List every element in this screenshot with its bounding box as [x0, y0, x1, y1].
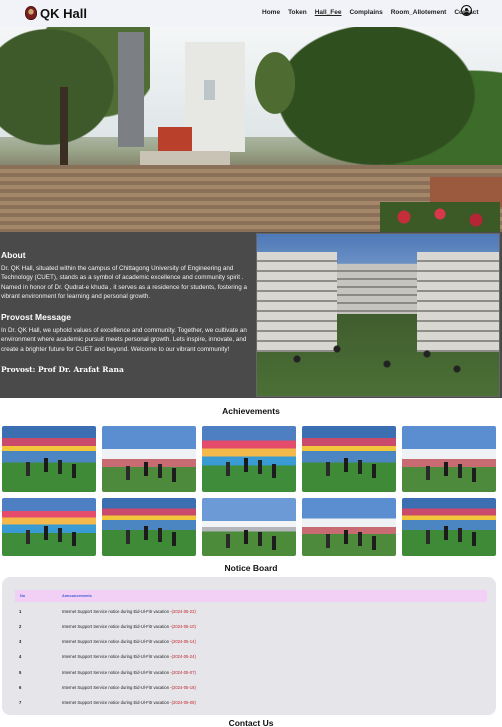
notice-date: (2024-05-14) [171, 639, 196, 644]
notice-text[interactable]: Internet Support Service notice during E… [62, 609, 172, 614]
notice-row[interactable]: 6 Internet Support Service notice during… [15, 680, 487, 695]
notice-number: 6 [19, 685, 22, 690]
about-section: About Dr. QK Hall, situated within the c… [0, 232, 502, 398]
nav-link-room-allotement[interactable]: Room_Allotement [391, 9, 447, 16]
provost-message-heading: Provost Message [1, 312, 71, 323]
notice-date: (2024-05-10) [171, 624, 196, 629]
notice-text[interactable]: Internet Support Service notice during E… [62, 670, 172, 675]
provost-message-paragraph: In Dr. QK Hall, we uphold values of exce… [1, 327, 247, 353]
navbar: QK Hall Home Token Hall_Fee Complains Ro… [0, 0, 502, 27]
notice-table-header: No Announcements [15, 590, 487, 602]
hall-building-photo [256, 233, 500, 397]
user-account-icon[interactable] [461, 5, 472, 16]
contact-us-title: Contact Us [228, 718, 274, 727]
column-header-announcements: Announcements [62, 594, 92, 598]
achievement-photo[interactable] [202, 426, 296, 492]
notice-number: 7 [19, 700, 22, 705]
notice-text[interactable]: Internet Support Service notice during E… [62, 700, 172, 705]
achievement-photo[interactable] [202, 498, 296, 556]
provost-name: Provost: Prof Dr. Arafat Rana [1, 365, 124, 375]
nav-link-token[interactable]: Token [288, 9, 307, 16]
column-header-no: No [20, 594, 26, 598]
hall-logo-icon[interactable] [25, 6, 37, 20]
notice-number: 5 [19, 670, 22, 675]
nav-links: Home Token Hall_Fee Complains Room_Allot… [262, 9, 487, 16]
about-heading: About [1, 250, 26, 260]
achievement-photo[interactable] [2, 498, 96, 556]
notice-board-title: Notice Board [224, 563, 278, 573]
about-paragraph: Dr. QK Hall, situated within the campus … [1, 265, 248, 300]
page: QK Hall Home Token Hall_Fee Complains Ro… [0, 0, 502, 727]
achievement-photo[interactable] [102, 426, 196, 492]
notice-row[interactable]: 4 Internet Support Service notice during… [15, 649, 487, 664]
achievements-title: Achievements [222, 406, 280, 416]
achievement-photo[interactable] [102, 498, 196, 556]
nav-link-home[interactable]: Home [262, 9, 280, 16]
achievement-photo[interactable] [2, 426, 96, 492]
notice-date: (2024-05-07) [171, 670, 196, 675]
notice-row[interactable]: 5 Internet Support Service notice during… [15, 665, 487, 680]
notice-row[interactable]: 1 Internet Support Service notice during… [15, 604, 487, 619]
achievement-photo[interactable] [402, 498, 496, 556]
notice-text[interactable]: Internet Support Service notice during E… [62, 685, 172, 690]
notice-date: (2024-05-08) [171, 700, 196, 705]
notice-number: 2 [19, 624, 22, 629]
hero-image [0, 27, 502, 232]
notice-number: 1 [19, 609, 22, 614]
notice-text[interactable]: Internet Support Service notice during E… [62, 624, 172, 629]
nav-link-complains[interactable]: Complains [349, 9, 382, 16]
notice-text[interactable]: Internet Support Service notice during E… [62, 639, 172, 644]
achievement-photo[interactable] [302, 426, 396, 492]
notice-number: 4 [19, 654, 22, 659]
achievement-photo[interactable] [402, 426, 496, 492]
achievement-photo[interactable] [302, 498, 396, 556]
nav-link-hall-fee[interactable]: Hall_Fee [315, 9, 342, 16]
notice-number: 3 [19, 639, 22, 644]
achievements-gallery [2, 426, 500, 556]
notice-date: (2024-05-18) [171, 685, 196, 690]
about-text-block: About Dr. QK Hall, situated within the c… [0, 232, 255, 398]
notice-date: (2024-05-22) [171, 609, 196, 614]
brand-name[interactable]: QK Hall [40, 6, 87, 21]
notice-row[interactable]: 3 Internet Support Service notice during… [15, 634, 487, 649]
notice-date: (2024-05-24) [171, 654, 196, 659]
notice-row[interactable]: 2 Internet Support Service notice during… [15, 619, 487, 634]
notice-board-table: No Announcements 1 Internet Support Serv… [2, 577, 496, 715]
notice-text[interactable]: Internet Support Service notice during E… [62, 654, 172, 659]
notice-row[interactable]: 7 Internet Support Service notice during… [15, 695, 487, 710]
